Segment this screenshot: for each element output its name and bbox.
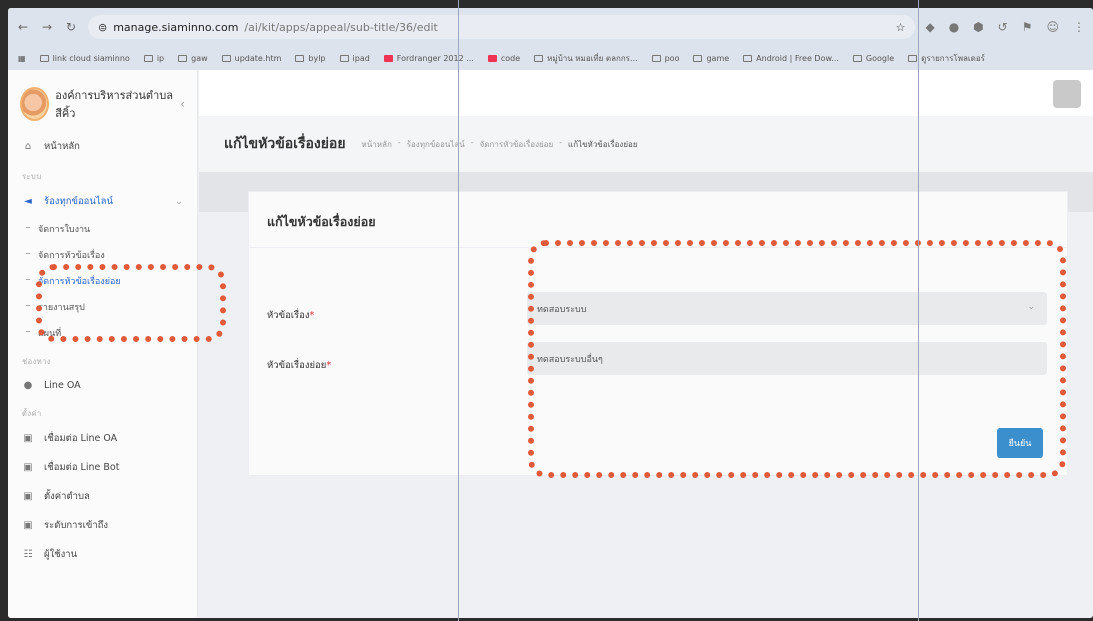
url-field[interactable]: ⊜ manage.siaminno.com/ai/kit/apps/appeal…	[88, 15, 916, 39]
extension-icon[interactable]: ⚑	[1022, 20, 1033, 34]
section-channel: ช่องทาง	[22, 357, 52, 366]
bookmark[interactable]: game	[693, 54, 729, 63]
bookmark[interactable]: bylp	[295, 54, 326, 63]
bookmark[interactable]: ip	[143, 54, 164, 63]
sidebar-item-home[interactable]: ⌂ หน้าหลัก	[8, 132, 197, 161]
bookmark[interactable]: poo	[651, 54, 679, 63]
sidebar-sub-item[interactable]: จัดการหัวข้อเรื่อง	[8, 242, 197, 268]
scan-line	[918, 0, 919, 621]
subtopic-label: หัวข้อเรื่องย่อย*	[267, 360, 332, 371]
divider	[249, 247, 1067, 248]
topic-label: หัวข้อเรื่อง*	[267, 310, 315, 321]
sidebar-sub-item[interactable]: จัดการใบงาน	[8, 216, 197, 242]
forward-icon[interactable]: →	[40, 20, 54, 34]
submit-button[interactable]: ยืนยัน	[997, 428, 1043, 458]
home-icon: ⌂	[24, 141, 32, 152]
url-host: manage.siaminno.com	[113, 20, 239, 34]
bookmark[interactable]: Google	[852, 54, 894, 63]
extension-icon[interactable]: ●	[949, 20, 959, 34]
sidebar-item-settings[interactable]: ▣ ตั้งค่าตำบล	[8, 482, 197, 511]
title-row: แก้ไขหัวข้อเรื่องย่อย หน้าหลัก - ร้องทุกข…	[199, 116, 1093, 172]
sidebar-sub-item[interactable]: แผนที่	[8, 320, 197, 346]
breadcrumb: หน้าหลัก - ร้องทุกข์ออนไลน์ - จัดการหัวข้อ…	[361, 137, 638, 151]
extension-icon[interactable]: ◆	[925, 20, 934, 34]
page-title: แก้ไขหัวข้อเรื่องย่อย	[224, 136, 346, 152]
megaphone-icon: ◄	[24, 196, 32, 207]
bookmark[interactable]: link cloud siaminno	[39, 54, 130, 63]
settings-square-icon: ▣	[23, 520, 33, 531]
topic-select[interactable]: ทดสอบระบบ ⌄	[527, 292, 1047, 325]
settings-square-icon: ▣	[23, 433, 33, 444]
bookmark[interactable]: ดูรายการโพลเดอร์	[908, 52, 985, 65]
sync-icon[interactable]: ↺	[998, 20, 1008, 34]
scan-line	[458, 0, 459, 621]
card-title: แก้ไขหัวข้อเรื่องย่อย	[267, 214, 376, 229]
form-card: แก้ไขหัวข้อเรื่องย่อย หัวข้อเรื่อง* ทดสอ…	[248, 191, 1068, 476]
back-icon[interactable]: ←	[16, 20, 30, 34]
apps-icon[interactable]: ▦	[18, 54, 26, 63]
section-settings: ตั้งค่า	[22, 409, 42, 418]
sidebar-sub-item-active[interactable]: จัดการหัวข้อเรื่องย่อย	[8, 268, 197, 294]
breadcrumb-current: แก้ไขหัวข้อเรื่องย่อย	[568, 139, 638, 149]
users-icon: ☷	[23, 549, 33, 560]
breadcrumb-item[interactable]: หน้าหลัก	[362, 138, 392, 151]
browser-window: ← → ↻ ⊜ manage.siaminno.com/ai/kit/apps/…	[8, 8, 1093, 618]
sidebar-item-users[interactable]: ☷ ผู้ใช้งาน	[8, 540, 197, 569]
bookmark[interactable]: gaw	[178, 54, 208, 63]
topbar	[199, 70, 1093, 116]
bookmarks-bar: ▦ link cloud siaminno ip gaw update.htm …	[8, 46, 1093, 70]
chat-icon: ●	[23, 379, 33, 391]
sidebar-item-settings[interactable]: ▣ ระดับการเข้าถึง	[8, 511, 197, 540]
organization-logo	[20, 87, 50, 121]
brand: องค์การบริหารส่วนตำบล สีคิ้ว ‹	[8, 70, 197, 132]
url-path: /ai/kit/apps/appeal/sub-title/36/edit	[244, 20, 438, 34]
collapse-icon[interactable]: ‹	[180, 97, 185, 111]
sidebar-item-complaints[interactable]: ◄ ร้องทุกข์ออนไลน์ ⌄	[8, 187, 197, 216]
sidebar-sub-item[interactable]: รายงานสรุป	[8, 294, 197, 320]
site-info-icon[interactable]: ⊜	[98, 21, 107, 34]
menu-icon[interactable]: ⋮	[1073, 20, 1085, 34]
sidebar-item-settings[interactable]: ▣ เชื่อมต่อ Line Bot	[8, 453, 197, 482]
breadcrumb-item[interactable]: จัดการหัวข้อเรื่องย่อย	[480, 138, 553, 151]
star-icon[interactable]: ☆	[896, 21, 906, 34]
chevron-down-icon: ⌄	[175, 196, 183, 207]
reload-icon[interactable]: ↻	[64, 20, 78, 34]
brand-name: องค์การบริหารส่วนตำบล สีคิ้ว	[55, 89, 173, 120]
address-bar-row: ← → ↻ ⊜ manage.siaminno.com/ai/kit/apps/…	[8, 8, 1093, 46]
settings-square-icon: ▣	[23, 491, 33, 502]
sidebar: องค์การบริหารส่วนตำบล สีคิ้ว ‹ ⌂ หน้าหลั…	[8, 70, 198, 618]
breadcrumb-item[interactable]: ร้องทุกข์ออนไลน์	[407, 138, 465, 151]
sidebar-item-line-oa[interactable]: ● Line OA	[8, 372, 197, 398]
settings-square-icon: ▣	[23, 462, 33, 473]
avatar[interactable]	[1053, 80, 1081, 108]
bookmark[interactable]: update.htm	[221, 54, 281, 63]
sidebar-item-settings[interactable]: ▣ เชื่อมต่อ Line OA	[8, 424, 197, 453]
extension-icons: ◆ ● ⬢ ↺ ⚑ ☺ ⋮	[925, 20, 1085, 34]
extension-icon[interactable]: ⬢	[973, 20, 983, 34]
bookmark[interactable]: Android | Free Dow...	[743, 54, 839, 63]
section-main: ระบบ	[22, 172, 42, 181]
bookmark[interactable]: หมู่บ้าน หมอเที่ย ตลกกร...	[534, 52, 638, 65]
subtopic-input[interactable]: ทดสอบระบบอื่นๆ	[527, 342, 1047, 375]
bookmark[interactable]: ipad	[339, 54, 370, 63]
bookmark[interactable]: Fordranger 2012 ...	[383, 54, 474, 63]
bookmark[interactable]: code	[487, 54, 520, 63]
chevron-down-icon: ⌄	[1027, 302, 1035, 312]
profile-icon[interactable]: ☺	[1046, 20, 1059, 34]
